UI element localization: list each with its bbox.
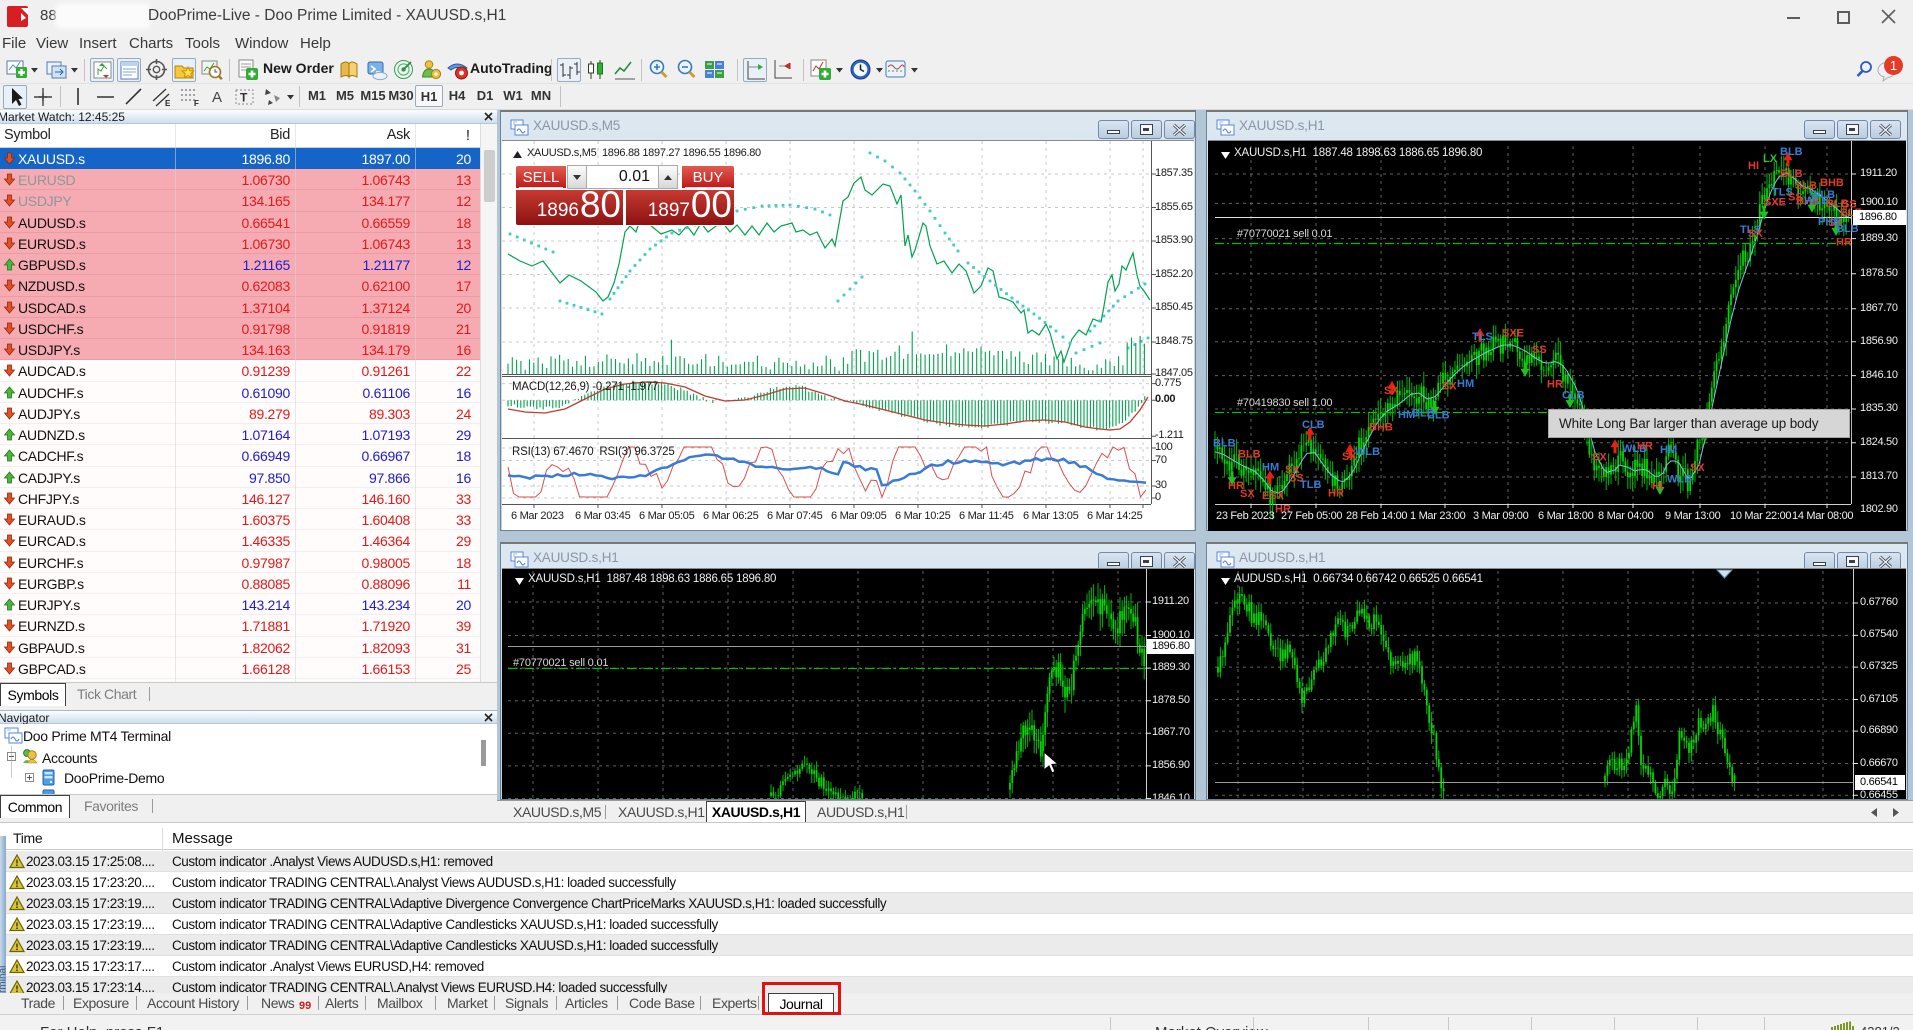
svg-text:HR: HR (1637, 441, 1653, 453)
svg-text:BLB: BLB (1780, 146, 1803, 158)
svg-text:BHB: BHB (1369, 422, 1393, 434)
svg-text:HM: HM (1457, 378, 1474, 390)
svg-text:F: F (194, 99, 199, 108)
svg-text:HI: HI (1652, 480, 1663, 492)
svg-text:HR: HR (1547, 379, 1563, 391)
svg-text:SXE: SXE (1502, 328, 1524, 340)
svg-text:CLB: CLB (1562, 390, 1585, 402)
svg-text:A: A (212, 89, 222, 106)
svg-text:HM: HM (1262, 462, 1279, 474)
svg-text:SX: SX (1592, 452, 1607, 464)
svg-text:BLB: BLB (1213, 437, 1236, 449)
svg-text:TLS: TLS (1472, 331, 1493, 343)
svg-text:HR: HR (1228, 480, 1244, 492)
svg-text:WLB: WLB (1355, 446, 1380, 458)
svg-text:HI: HI (1748, 160, 1759, 172)
svg-text:SS: SS (1532, 344, 1547, 356)
svg-text:LX: LX (1763, 153, 1778, 165)
svg-text:WLB: WLB (1667, 474, 1692, 486)
svg-text:ESX: ESX (1262, 490, 1285, 502)
svg-text:BHB: BHB (1820, 177, 1844, 189)
svg-text:BLB: BLB (1780, 168, 1803, 180)
svg-text:E: E (165, 99, 171, 108)
svg-text:TLB: TLB (1300, 479, 1321, 491)
svg-text:SX: SX (1442, 380, 1457, 392)
svg-text:HR: HR (1836, 236, 1852, 248)
svg-text:SX: SX (1384, 385, 1399, 397)
svg-text:CLB: CLB (1302, 419, 1325, 431)
svg-text:HR: HR (1328, 487, 1344, 499)
svg-text:SX: SX (1690, 462, 1705, 474)
svg-text:SX: SX (1285, 464, 1300, 476)
svg-text:CLB: CLB (1427, 409, 1450, 421)
svg-text:BLB: BLB (1238, 448, 1261, 460)
svg-text:SX: SX (1748, 228, 1763, 240)
svg-text:T: T (240, 91, 248, 105)
svg-text:HM: HM (1660, 444, 1677, 456)
